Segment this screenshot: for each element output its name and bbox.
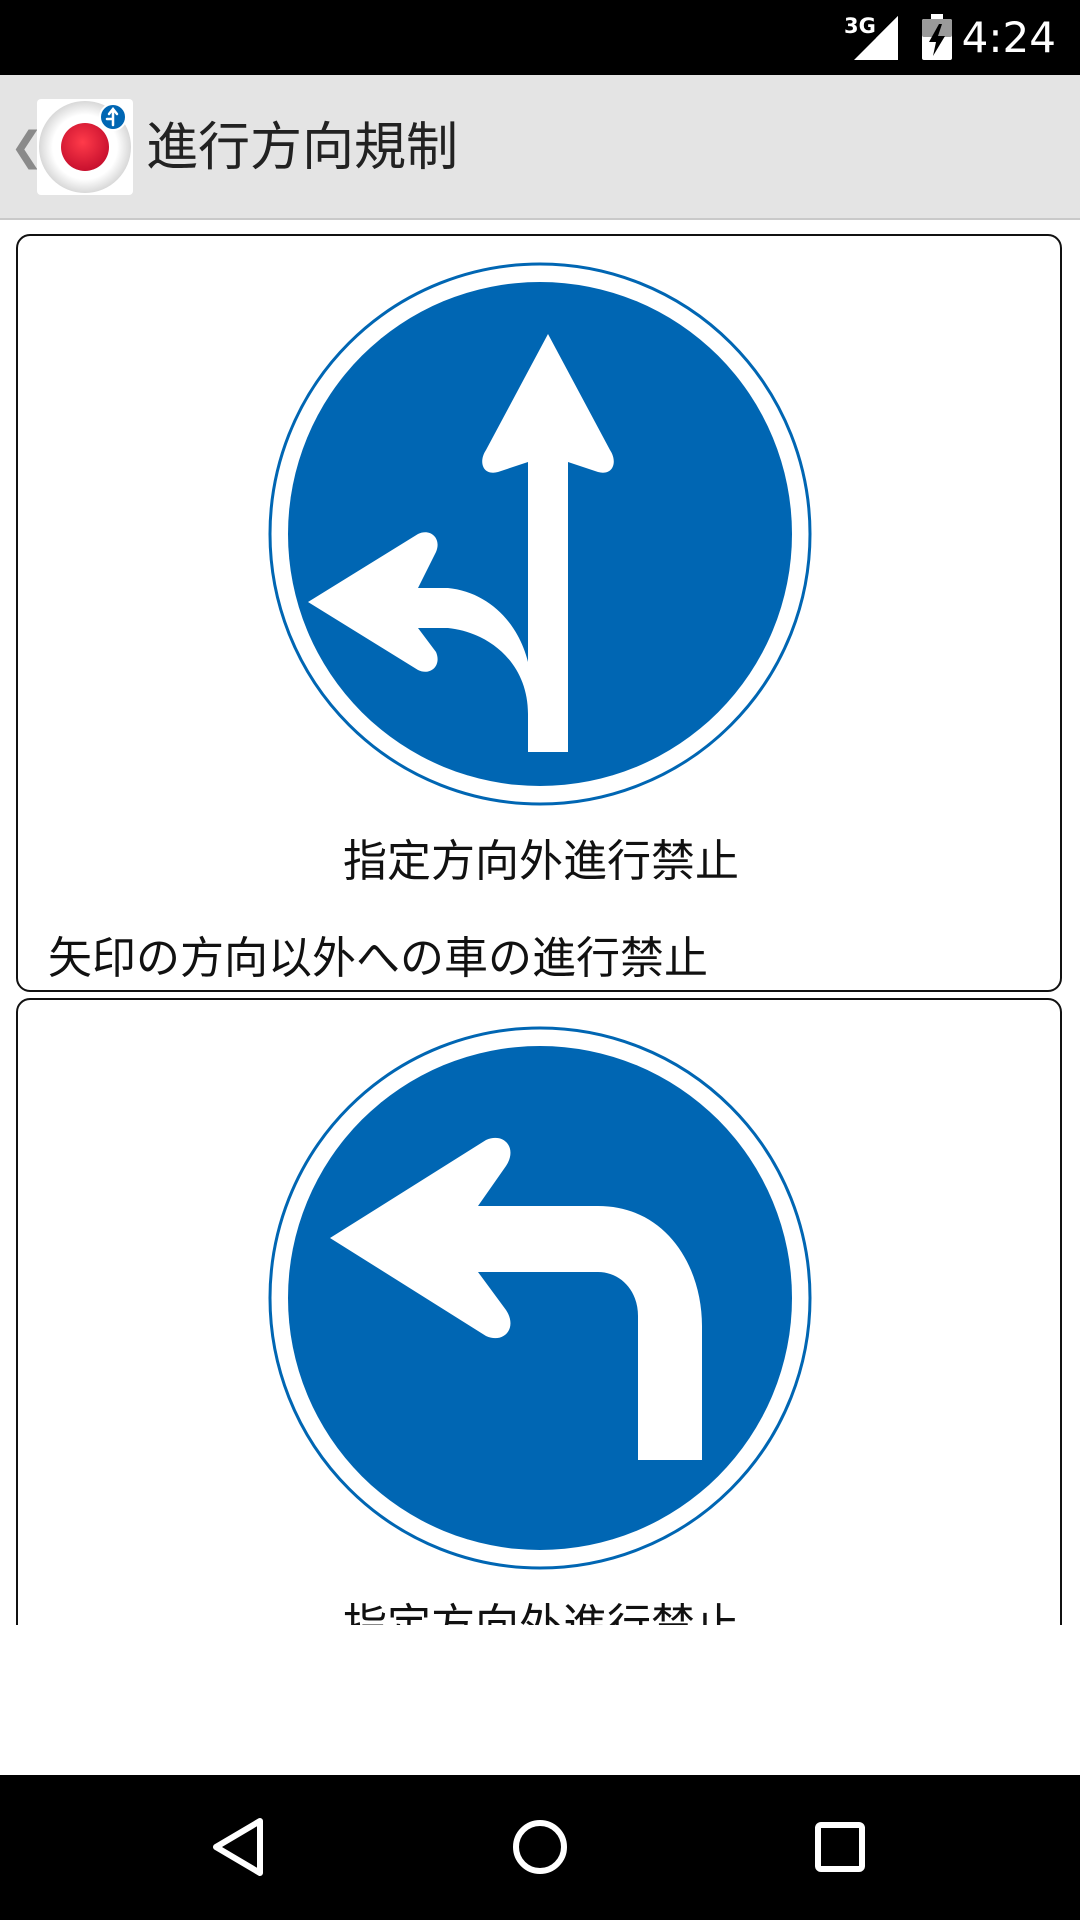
navigation-bar	[0, 1775, 1080, 1920]
straight-or-left-arrow-sign-icon	[268, 262, 812, 806]
left-turn-arrow-sign-icon	[268, 1026, 812, 1570]
home-circle-icon[interactable]	[490, 1797, 590, 1897]
sign-list[interactable]: 指定方向外進行禁止 矢印の方向以外への車の進行禁止 指定方向外進行禁止	[0, 220, 1080, 1625]
sign-card[interactable]: 指定方向外進行禁止	[16, 998, 1062, 1625]
sign-name: 指定方向外進行禁止	[18, 1598, 1064, 1625]
sign-name: 指定方向外進行禁止	[343, 836, 739, 887]
page-title: 進行方向規制	[146, 118, 459, 178]
status-bar: 3G 4:24	[0, 0, 1080, 75]
recents-square-icon[interactable]	[790, 1797, 890, 1897]
up-navigation-button[interactable]: ❮	[0, 75, 140, 218]
back-triangle-icon[interactable]	[190, 1797, 290, 1897]
screen: 3G 4:24 ❮ 進行方向規制 指定方向外進行禁止 矢印の方向以外への車の進行…	[0, 0, 1080, 1920]
signal-icon	[854, 16, 898, 60]
action-bar: ❮ 進行方向規制	[0, 75, 1080, 220]
sign-card[interactable]: 指定方向外進行禁止 矢印の方向以外への車の進行禁止	[16, 234, 1062, 992]
japan-flag-icon	[37, 99, 133, 195]
battery-charging-icon	[922, 14, 952, 60]
status-clock: 4:24	[961, 13, 1056, 62]
sign-description: 矢印の方向以外への車の進行禁止	[48, 933, 708, 984]
